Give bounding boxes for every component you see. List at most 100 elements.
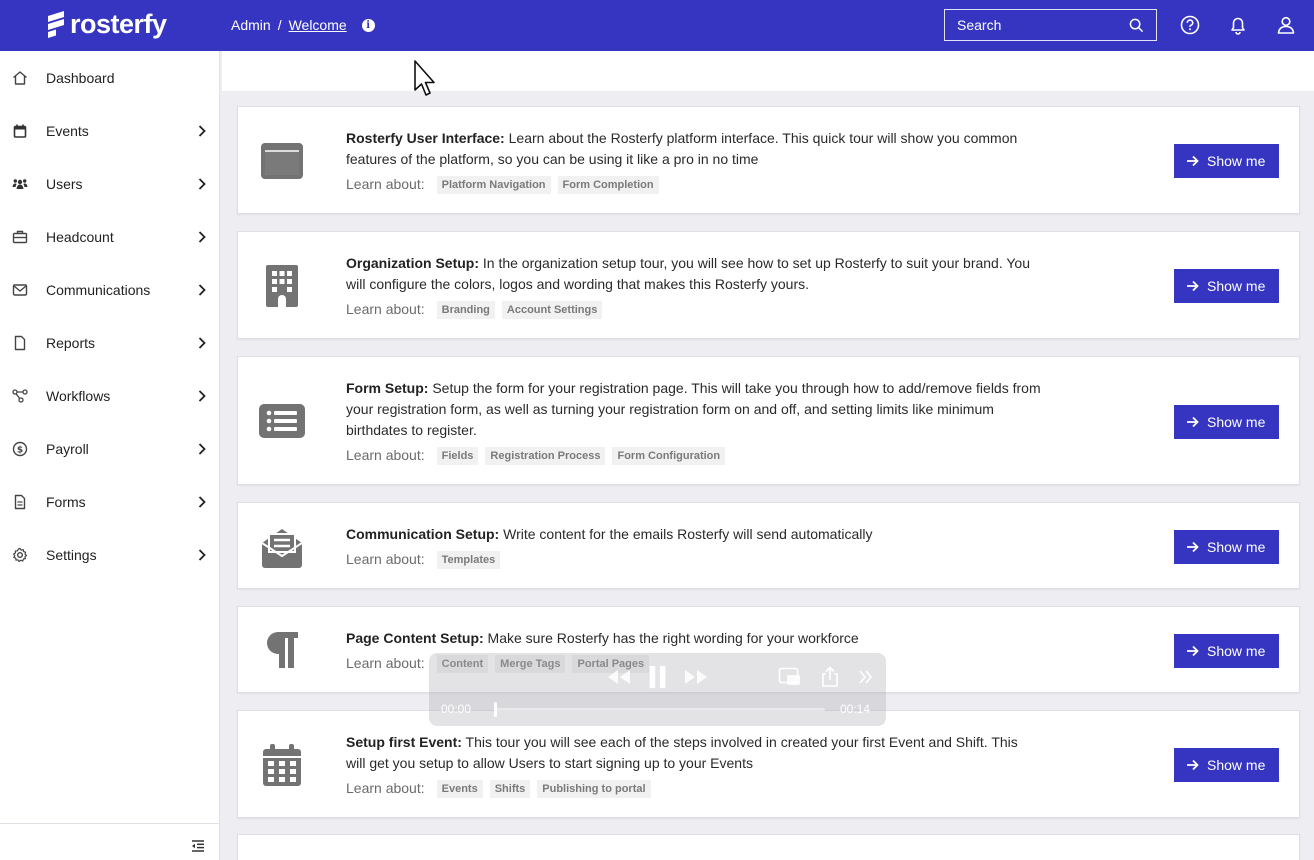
breadcrumb-welcome[interactable]: Welcome — [289, 17, 347, 33]
tour-title: Communication Setup: — [346, 526, 500, 542]
sidebar: Dashboard Events Users Headcount Communi… — [0, 51, 220, 860]
tour-description: Form Setup: Setup the form for your regi… — [346, 378, 1041, 466]
envelope-open-icon — [256, 521, 308, 573]
sidebar-item-label: Payroll — [46, 440, 89, 457]
video-current-time: 00:00 — [441, 702, 472, 716]
sidebar-item-reports[interactable]: Reports — [0, 316, 220, 369]
building-icon — [256, 260, 308, 312]
sidebar-item-label: Headcount — [46, 228, 114, 245]
show-me-button[interactable]: Show me — [1174, 144, 1279, 178]
sidebar-item-payroll[interactable]: $ Payroll — [0, 422, 220, 475]
learn-about: Learn about: Fields Registration Process… — [346, 445, 1041, 466]
chevron-double-right-icon[interactable] — [858, 665, 874, 689]
paragraph-icon — [256, 624, 308, 676]
user-icon[interactable] — [1275, 14, 1297, 36]
breadcrumb: Admin / Welcome i — [231, 17, 375, 33]
workflow-icon — [12, 388, 28, 403]
arrow-right-icon — [1187, 416, 1199, 428]
sidebar-item-label: Reports — [46, 334, 96, 351]
sidebar-footer — [0, 823, 219, 860]
sidebar-item-users[interactable]: Users — [0, 157, 220, 210]
file-icon — [14, 335, 26, 350]
rewind-icon[interactable] — [606, 665, 632, 689]
arrow-right-icon — [1187, 280, 1199, 292]
mouse-cursor-icon — [414, 60, 435, 96]
form-icon — [14, 494, 26, 509]
logo-mark-icon — [46, 10, 66, 40]
topic-tag: Events — [436, 779, 483, 798]
topic-tag: Publishing to portal — [537, 779, 651, 798]
chevron-right-icon — [198, 389, 206, 402]
topic-tag: Form Configuration — [612, 446, 726, 465]
learn-about-label: Learn about: — [346, 301, 425, 317]
sidebar-item-label: Forms — [46, 493, 86, 510]
arrow-right-icon — [1187, 759, 1199, 771]
share-icon[interactable] — [820, 665, 840, 689]
topic-tag: Form Completion — [557, 175, 659, 194]
sidebar-item-events[interactable]: Events — [0, 104, 220, 157]
show-me-label: Show me — [1207, 757, 1266, 773]
svg-text:$: $ — [17, 445, 23, 455]
window-icon — [256, 135, 308, 187]
chevron-right-icon — [198, 548, 206, 561]
sidebar-item-workflows[interactable]: Workflows — [0, 369, 220, 422]
sidebar-item-label: Communications — [46, 281, 151, 298]
learn-about-label: Learn about: — [346, 551, 425, 567]
learn-about-label: Learn about: — [346, 655, 425, 671]
breadcrumb-admin[interactable]: Admin — [231, 17, 271, 33]
envelope-icon — [12, 283, 28, 296]
show-me-button[interactable]: Show me — [1174, 634, 1279, 668]
tour-card-organization-setup: Organization Setup: In the organization … — [237, 231, 1300, 339]
learn-about: Learn about: Platform Navigation Form Co… — [346, 174, 1041, 195]
sidebar-item-label: Events — [46, 122, 89, 139]
picture-in-picture-icon[interactable] — [778, 665, 802, 689]
chevron-right-icon — [198, 495, 206, 508]
tour-description: Communication Setup: Write content for t… — [346, 524, 1041, 570]
tour-text: Write content for the emails Rosterfy wi… — [499, 526, 873, 542]
calendar-icon — [13, 124, 27, 138]
brand-name: rosterfy — [70, 9, 167, 39]
collapse-sidebar-icon[interactable] — [191, 840, 205, 852]
arrow-right-icon — [1187, 155, 1199, 167]
sidebar-item-forms[interactable]: Forms — [0, 475, 220, 528]
search-input[interactable]: Search — [944, 9, 1157, 41]
fast-forward-icon[interactable] — [683, 665, 709, 689]
search-placeholder: Search — [957, 17, 1002, 33]
show-me-button[interactable]: Show me — [1174, 530, 1279, 564]
video-progress-thumb[interactable] — [494, 702, 497, 717]
tour-title: Setup first Event: — [346, 734, 462, 750]
learn-about: Learn about: Branding Account Settings — [346, 299, 1041, 320]
dollar-icon: $ — [12, 441, 28, 456]
tour-text: Make sure Rosterfy has the right wording… — [483, 630, 859, 646]
show-me-label: Show me — [1207, 278, 1266, 294]
show-me-label: Show me — [1207, 414, 1266, 430]
sidebar-item-communications[interactable]: Communications — [0, 263, 220, 316]
chevron-right-icon — [198, 124, 206, 137]
help-icon[interactable] — [1179, 14, 1201, 36]
show-me-button[interactable]: Show me — [1174, 748, 1279, 782]
show-me-button[interactable]: Show me — [1174, 269, 1279, 303]
show-me-label: Show me — [1207, 539, 1266, 555]
tour-card-communication-setup: Communication Setup: Write content for t… — [237, 502, 1300, 589]
sidebar-item-headcount[interactable]: Headcount — [0, 210, 220, 263]
logo[interactable]: rosterfy — [46, 9, 167, 40]
sidebar-item-label: Users — [46, 175, 83, 192]
tour-description: Organization Setup: In the organization … — [346, 253, 1041, 320]
chevron-right-icon — [198, 336, 206, 349]
video-progress-track[interactable] — [495, 708, 825, 711]
sidebar-item-dashboard[interactable]: Dashboard — [0, 51, 220, 104]
show-me-button[interactable]: Show me — [1174, 405, 1279, 439]
tour-title: Form Setup: — [346, 380, 429, 396]
pause-icon[interactable] — [647, 665, 669, 689]
info-icon[interactable]: i — [361, 18, 375, 32]
home-icon — [13, 70, 27, 85]
sidebar-item-settings[interactable]: Settings — [0, 528, 220, 581]
calendar-grid-icon — [256, 739, 308, 791]
arrow-right-icon — [1187, 541, 1199, 553]
bell-icon[interactable] — [1227, 14, 1249, 36]
tour-description: Rosterfy User Interface: Learn about the… — [346, 128, 1041, 195]
chevron-right-icon — [198, 230, 206, 243]
chevron-right-icon — [198, 177, 206, 190]
top-bar: rosterfy Admin / Welcome i Search — [0, 0, 1314, 51]
learn-about-label: Learn about: — [346, 176, 425, 192]
